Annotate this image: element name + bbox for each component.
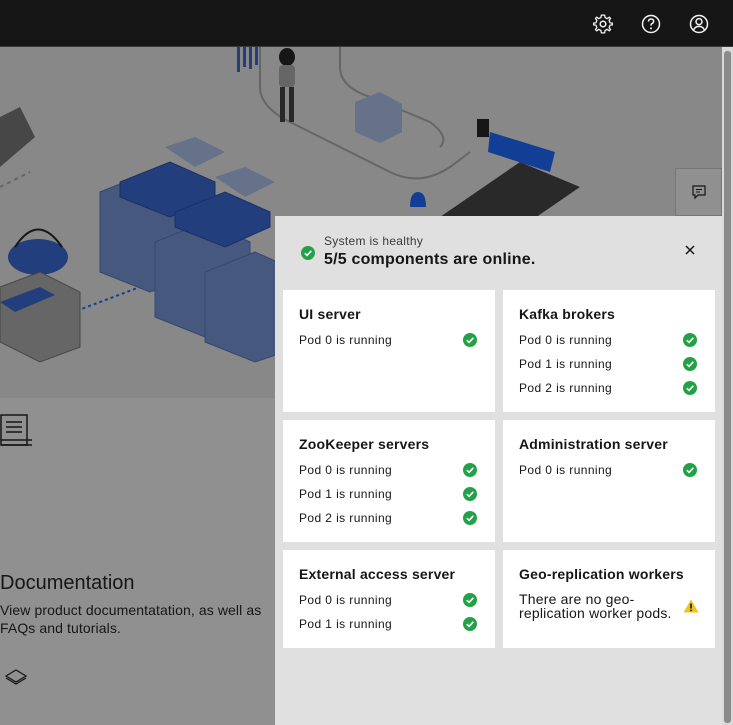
pod-status-row: Pod 1 is running: [519, 356, 699, 372]
pod-status-row: Pod 0 is running: [519, 332, 699, 348]
user-profile-button[interactable]: [675, 0, 723, 47]
pod-status-row: Pod 0 is running: [299, 462, 479, 478]
component-card-geo-replication-workers: Geo-replication workers There are no geo…: [503, 550, 715, 648]
user-avatar-icon: [689, 14, 709, 33]
card-title: External access server: [299, 566, 456, 582]
help-button[interactable]: [627, 0, 675, 47]
card-title: ZooKeeper servers: [299, 436, 430, 452]
status-subtitle: System is healthy: [324, 234, 424, 248]
settings-icon: [593, 13, 613, 34]
card-title: UI server: [299, 306, 361, 322]
component-card-external-access-server: External access server Pod 0 is running …: [283, 550, 495, 648]
success-check-icon: [301, 246, 315, 260]
card-title: Administration server: [519, 436, 668, 452]
close-icon: [685, 245, 695, 255]
success-check-icon: [463, 487, 477, 501]
pod-status-label: Pod 2 is running: [299, 511, 393, 525]
pod-status-label: Pod 0 is running: [519, 463, 613, 477]
pod-status-row: Pod 1 is running: [299, 616, 479, 632]
help-icon: [641, 14, 661, 33]
pod-status-row: Pod 1 is running: [299, 486, 479, 502]
success-check-icon: [683, 463, 697, 477]
card-title: Geo-replication workers: [519, 566, 684, 582]
pod-status-label: Pod 0 is running: [299, 463, 393, 477]
page-scrollbar[interactable]: [722, 47, 733, 725]
component-card-ui-server: UI server Pod 0 is running: [283, 290, 495, 412]
system-status-panel: System is healthy 5/5 components are onl…: [275, 216, 722, 725]
panel-header: System is healthy 5/5 components are onl…: [275, 216, 722, 290]
success-check-icon: [463, 593, 477, 607]
pod-status-label: Pod 0 is running: [299, 593, 393, 607]
settings-button[interactable]: [579, 0, 627, 47]
pod-status-label: Pod 1 is running: [299, 487, 393, 501]
warning-icon: [683, 599, 699, 613]
pod-status-row: Pod 0 is running: [519, 462, 699, 478]
success-check-icon: [463, 333, 477, 347]
component-card-zookeeper-servers: ZooKeeper servers Pod 0 is running Pod 1…: [283, 420, 495, 542]
success-check-icon: [683, 357, 697, 371]
scrollbar-thumb[interactable]: [724, 51, 731, 723]
pod-status-label: Pod 2 is running: [519, 381, 613, 395]
top-navigation-bar: [0, 0, 733, 47]
close-panel-button[interactable]: [676, 236, 704, 264]
pod-status-row: Pod 0 is running: [299, 332, 479, 348]
pod-status-label: Pod 1 is running: [299, 617, 393, 631]
pod-status-label: Pod 0 is running: [519, 333, 613, 347]
component-card-administration-server: Administration server Pod 0 is running: [503, 420, 715, 542]
pod-status-row: Pod 0 is running: [299, 592, 479, 608]
component-card-kafka-brokers: Kafka brokers Pod 0 is running Pod 1 is …: [503, 290, 715, 412]
success-check-icon: [683, 333, 697, 347]
success-check-icon: [463, 617, 477, 631]
pod-status-row: Pod 2 is running: [299, 510, 479, 526]
success-check-icon: [463, 511, 477, 525]
card-title: Kafka brokers: [519, 306, 615, 322]
pod-status-label: Pod 1 is running: [519, 357, 613, 371]
card-note: There are no geo-replication worker pods…: [519, 591, 672, 621]
pod-status-label: Pod 0 is running: [299, 333, 393, 347]
pod-status-row: Pod 2 is running: [519, 380, 699, 396]
success-check-icon: [683, 381, 697, 395]
success-check-icon: [463, 463, 477, 477]
status-title: 5/5 components are online.: [324, 251, 536, 268]
